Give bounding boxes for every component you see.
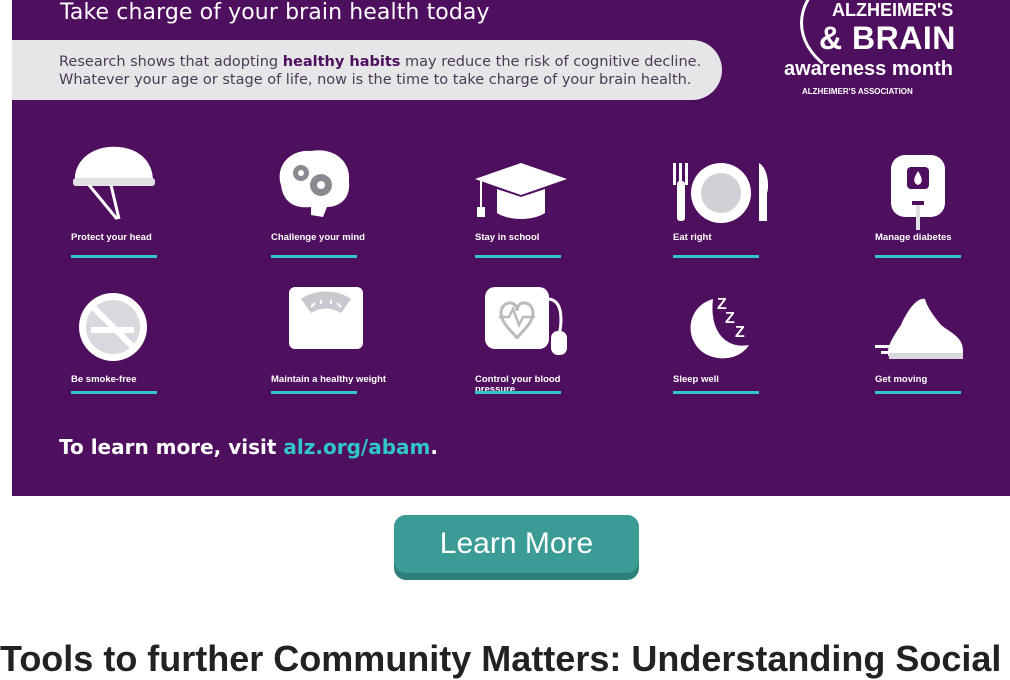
intro-pill: Research shows that adopting healthy hab… [12, 40, 722, 100]
banner-title: Take charge of your brain health today [60, 0, 490, 25]
svg-text:Z: Z [725, 310, 735, 327]
tile-challenge-mind: Challenge your mind [271, 145, 411, 275]
tile-label: Maintain a healthy weight [271, 374, 387, 385]
tile-underline [875, 391, 961, 394]
intro-text-start: Research shows that adopting [59, 54, 283, 70]
logo-line4: ALZHEIMER'S ASSOCIATION [802, 87, 913, 96]
abam-banner: Take charge of your brain health today R… [12, 0, 1010, 496]
tile-underline [271, 391, 357, 394]
tile-label: Eat right [673, 232, 712, 243]
plate-fork-knife-icon [673, 163, 769, 223]
abam-link[interactable]: alz.org/abam [283, 435, 430, 459]
tile-get-moving: Get moving [875, 287, 1010, 417]
intro-text-end: may reduce the risk of cognitive decline… [400, 54, 702, 70]
tile-underline [875, 255, 961, 258]
tile-protect-head: Protect your head [71, 145, 211, 275]
tile-label: Sleep well [673, 374, 719, 385]
tile-underline [673, 255, 759, 258]
abam-logo: ALZHEIMER'S & BRAIN awareness month ALZH… [782, 0, 982, 100]
brain-gears-icon [279, 150, 350, 217]
glucose-meter-icon [891, 155, 945, 230]
learn-more-button[interactable]: Learn More [394, 515, 639, 580]
graduation-cap-icon [475, 163, 567, 219]
blood-pressure-monitor-icon [485, 287, 567, 355]
tile-sleep-well: Z Z Z Sleep well [673, 287, 813, 417]
tile-underline [673, 391, 759, 394]
tile-smoke-free: Be smoke-free [71, 287, 211, 417]
tile-manage-diabetes: Manage diabetes [875, 145, 1010, 275]
tile-label: Manage diabetes [875, 232, 952, 243]
learn-more-prefix: To learn more, visit [59, 435, 284, 459]
learn-more-button-label: Learn More [394, 515, 639, 573]
tile-underline [475, 391, 561, 394]
intro-text-bold: healthy habits [282, 54, 401, 70]
tile-label: Stay in school [475, 232, 540, 243]
tile-eat-right: Eat right [673, 145, 813, 275]
tile-label: Protect your head [71, 232, 152, 243]
moon-zzz-icon: Z Z Z [690, 296, 749, 359]
tile-stay-in-school: Stay in school [475, 145, 615, 275]
tile-label: Be smoke-free [71, 374, 137, 385]
tile-label: Challenge your mind [271, 232, 365, 243]
helmet-icon [73, 146, 155, 220]
sneaker-icon [875, 298, 963, 359]
svg-text:Z: Z [735, 324, 745, 341]
logo-line2: & BRAIN [819, 20, 956, 56]
tile-blood-pressure: Control your blood pressure [475, 287, 615, 417]
tile-underline [475, 255, 561, 258]
tile-underline [71, 391, 157, 394]
logo-line1: ALZHEIMER'S [832, 0, 954, 20]
tile-underline [71, 255, 157, 258]
intro-text: Research shows that adopting healthy hab… [59, 53, 701, 89]
logo-line3: awareness month [784, 58, 953, 80]
no-smoking-icon [79, 293, 147, 361]
intro-text-line2: Whatever your age or stage of life, now … [59, 72, 692, 88]
learn-more-text: To learn more, visit alz.org/abam. [59, 435, 438, 459]
tile-label: Get moving [875, 374, 928, 385]
scale-icon [289, 287, 363, 349]
section-heading: Tools to further Community Matters: Unde… [0, 638, 1002, 679]
tile-underline [271, 255, 357, 258]
learn-more-suffix: . [430, 435, 438, 459]
tile-healthy-weight: Maintain a healthy weight [271, 287, 411, 417]
